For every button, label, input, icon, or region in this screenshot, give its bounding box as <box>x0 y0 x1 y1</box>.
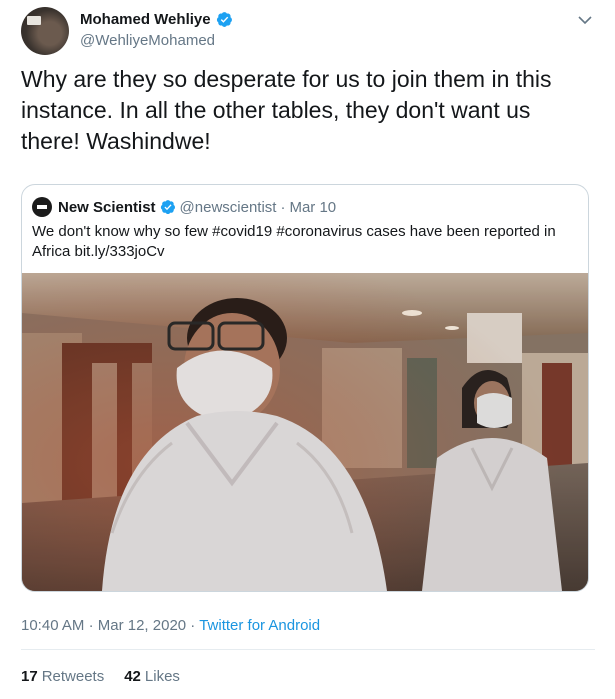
quoted-tweet-photo[interactable] <box>22 273 588 591</box>
likes-stat[interactable]: 42 Likes <box>124 668 180 685</box>
author-name[interactable]: Mohamed Wehliye <box>80 11 211 28</box>
tweet-text: Why are they so desperate for us to join… <box>21 66 552 154</box>
quoted-tweet-card[interactable]: New Scientist @newscientist · Mar 10 We … <box>21 184 589 592</box>
tweet-source-link[interactable]: Twitter for Android <box>199 617 320 634</box>
retweets-label: Retweets <box>41 668 105 685</box>
separator-dot: · <box>280 198 286 216</box>
author-handle[interactable]: @WehliyeMohamed <box>80 32 215 49</box>
verified-badge-icon <box>216 12 232 27</box>
quoted-tweet-text: We don't know why so few #covid19 #coron… <box>32 223 556 260</box>
chevron-down-icon[interactable] <box>577 12 593 28</box>
divider <box>21 649 595 650</box>
quoted-author-name[interactable]: New Scientist <box>58 199 156 216</box>
tweet-meta: 10:40 AM · Mar 12, 2020 · Twitter for An… <box>21 617 320 634</box>
likes-count: 42 <box>124 668 141 685</box>
likes-label: Likes <box>144 668 180 685</box>
retweets-stat[interactable]: 17 Retweets <box>21 668 104 685</box>
separator-dot: · <box>190 617 196 634</box>
verified-badge-icon <box>160 200 175 215</box>
separator-dot: · <box>88 617 94 634</box>
author-avatar[interactable] <box>21 7 69 55</box>
new-scientist-logo <box>32 197 52 217</box>
author-name-row[interactable]: Mohamed Wehliye <box>80 11 233 28</box>
quoted-author-handle[interactable]: @newscientist <box>180 199 277 216</box>
tweet-time[interactable]: 10:40 AM <box>21 617 84 634</box>
tweet-stats: 17 Retweets 42 Likes <box>21 668 180 685</box>
tweet-date[interactable]: Mar 12, 2020 <box>98 617 186 634</box>
retweets-count: 17 <box>21 668 38 685</box>
quoted-date[interactable]: Mar 10 <box>289 199 336 216</box>
quoted-tweet-header: New Scientist @newscientist · Mar 10 <box>32 197 336 217</box>
